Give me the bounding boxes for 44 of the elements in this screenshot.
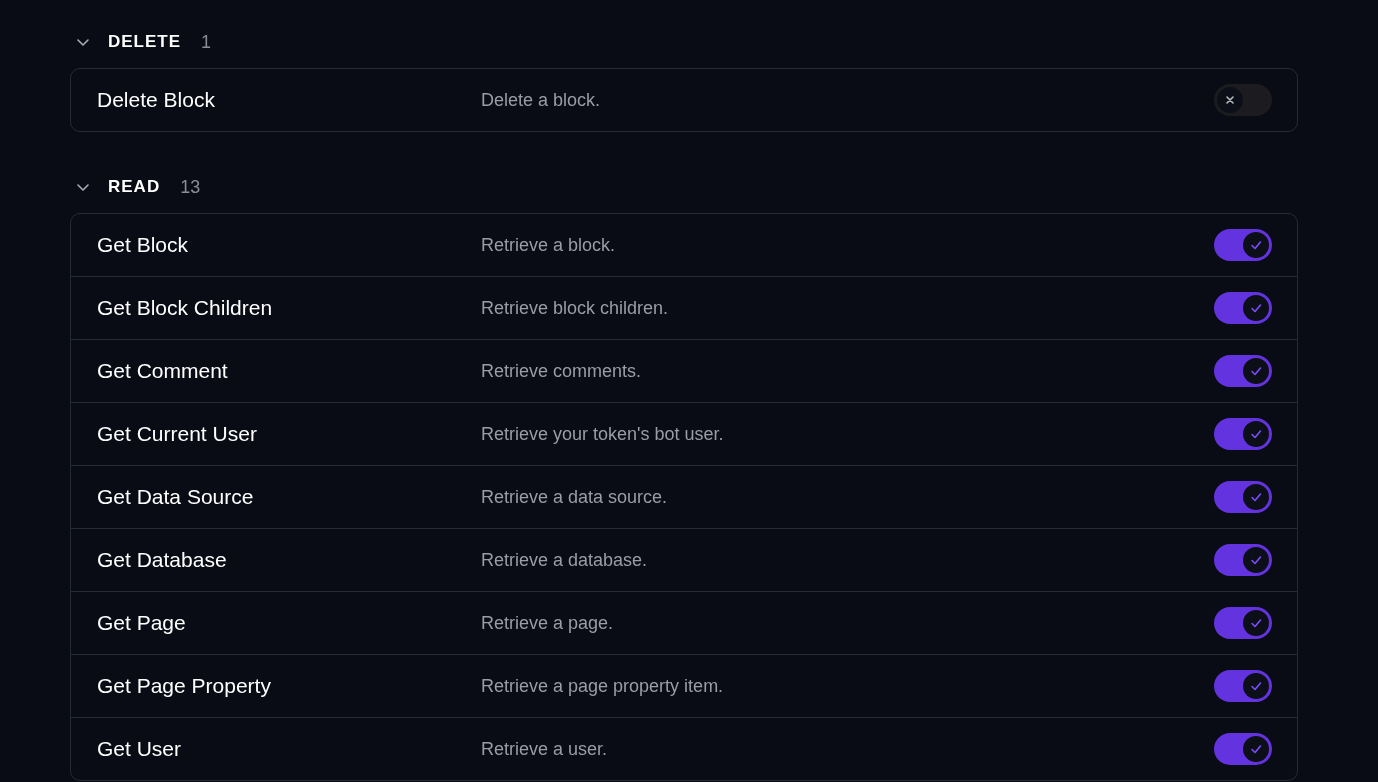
tool-description: Retrieve block children. <box>481 297 670 319</box>
check-icon <box>1250 491 1262 503</box>
tool-description: Retrieve a page. <box>481 612 615 634</box>
check-icon <box>1250 554 1262 566</box>
check-icon <box>1250 239 1262 251</box>
close-icon <box>1224 94 1236 106</box>
tool-description: Retrieve a database. <box>481 549 649 571</box>
toggle-switch[interactable] <box>1214 670 1272 702</box>
toggle-switch[interactable] <box>1214 607 1272 639</box>
toggle-switch[interactable] <box>1214 733 1272 765</box>
tool-name: Get Data Source <box>97 485 255 509</box>
tool-description: Retrieve your token's bot user. <box>481 423 725 445</box>
tool-description: Retrieve a user. <box>481 738 609 760</box>
toggle-switch[interactable] <box>1214 481 1272 513</box>
section-title: DELETE <box>108 32 182 52</box>
check-icon <box>1250 428 1262 440</box>
toggle-switch[interactable] <box>1214 84 1272 116</box>
tool-name: Get Comment <box>97 359 229 383</box>
tool-description: Retrieve a block. <box>481 234 617 256</box>
tool-name: Get Database <box>97 548 228 572</box>
tool-name: Get Page <box>97 611 187 635</box>
check-icon <box>1250 365 1262 377</box>
toggle-switch[interactable] <box>1214 292 1272 324</box>
section-title: READ <box>108 177 161 197</box>
check-icon <box>1250 743 1262 755</box>
check-icon <box>1250 617 1262 629</box>
toggle-switch[interactable] <box>1214 229 1272 261</box>
tool-name: Get Block <box>97 233 190 257</box>
tool-name: Get Page Property <box>97 674 272 698</box>
tool-description: Retrieve comments. <box>481 360 643 382</box>
tool-name: Delete Block <box>97 88 216 112</box>
toggle-switch[interactable] <box>1214 544 1272 576</box>
tool-name: Get Block Children <box>97 296 274 320</box>
check-icon <box>1250 302 1262 314</box>
tool-description: Delete a block. <box>481 89 602 111</box>
toggle-switch[interactable] <box>1214 355 1272 387</box>
tool-count: 13 <box>180 176 201 198</box>
toggle-switch[interactable] <box>1214 418 1272 450</box>
tool-name: Get User <box>97 737 183 761</box>
tool-description: Retrieve a data source. <box>481 486 669 508</box>
tool-name: Get Current User <box>97 422 258 446</box>
check-icon <box>1250 680 1262 692</box>
tool-count: 1 <box>201 31 212 53</box>
tool-description: Retrieve a page property item. <box>481 675 725 697</box>
